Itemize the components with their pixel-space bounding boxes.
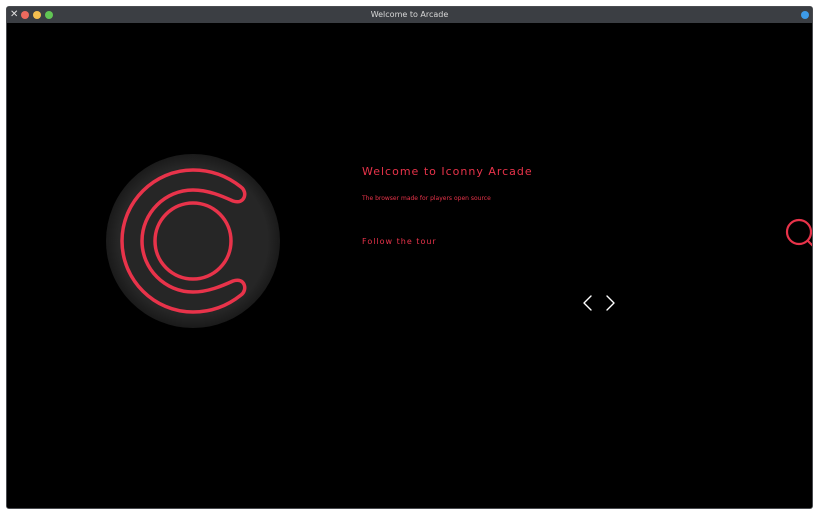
- follow-tour-link[interactable]: Follow the tour: [362, 237, 437, 246]
- welcome-page: Welcome to Iconny Arcade The browser mad…: [7, 23, 812, 508]
- welcome-subtitle: The browser made for players open source: [362, 195, 491, 202]
- search-icon[interactable]: [784, 215, 812, 251]
- chevron-right-icon[interactable]: [603, 293, 617, 313]
- window-title: Welcome to Arcade: [370, 10, 449, 19]
- chevron-left-icon[interactable]: [581, 293, 595, 313]
- title-bar: ✕ Welcome to Arcade: [7, 7, 812, 23]
- window-menu-button[interactable]: [801, 11, 809, 19]
- welcome-title: Welcome to Iconny Arcade: [362, 165, 533, 178]
- app-window: ✕ Welcome to Arcade Welcome to Iconny Ar…: [6, 6, 813, 509]
- iconny-arcade-logo: [105, 153, 281, 329]
